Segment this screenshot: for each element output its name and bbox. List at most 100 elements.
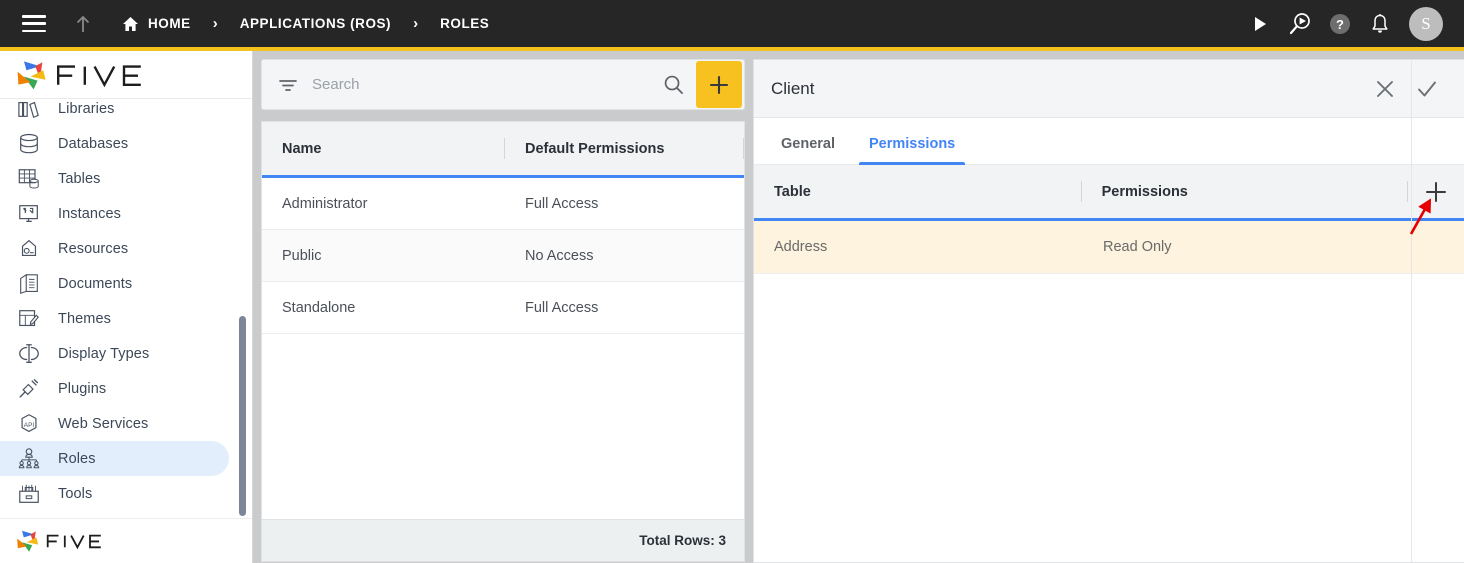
- add-role-button[interactable]: [696, 61, 742, 108]
- table-row[interactable]: Standalone Full Access: [262, 282, 744, 334]
- plus-icon: [709, 75, 729, 94]
- search-input[interactable]: [312, 76, 656, 93]
- sidebar-scrollbar[interactable]: [239, 316, 246, 516]
- breadcrumb-label: APPLICATIONS (ROS): [239, 16, 392, 31]
- tab-general[interactable]: General: [771, 136, 845, 164]
- debug-icon[interactable]: [1280, 4, 1320, 44]
- sidebar-item-label: Roles: [58, 450, 96, 467]
- table-row[interactable]: Public No Access: [262, 230, 744, 282]
- breadcrumb-separator: ›: [413, 15, 419, 32]
- column-header-default-permissions[interactable]: Default Permissions: [505, 122, 744, 175]
- sidebar-logo-bottom: [0, 518, 252, 563]
- sidebar-logo-top[interactable]: [0, 51, 252, 99]
- sidebar-item-label: Display Types: [58, 345, 150, 362]
- sidebar-item-documents[interactable]: Documents: [0, 266, 229, 301]
- cell-name: Administrator: [282, 195, 368, 212]
- five-logo-text: [46, 534, 101, 550]
- sidebar-item-tools[interactable]: Tools: [0, 476, 229, 511]
- detail-panel: Client General Permissions Table Permiss…: [753, 59, 1464, 563]
- sidebar-item-label: Web Services: [58, 415, 149, 432]
- display-types-icon: [14, 340, 44, 368]
- table-row[interactable]: Administrator Full Access: [262, 178, 744, 230]
- roles-grid-header: Name Default Permissions: [262, 122, 744, 178]
- run-icon[interactable]: [1240, 4, 1280, 44]
- notifications-icon[interactable]: [1360, 4, 1400, 44]
- column-divider[interactable]: [743, 138, 744, 159]
- breadcrumb-item-home[interactable]: HOME: [122, 16, 191, 32]
- cell-name: Standalone: [282, 299, 356, 316]
- page-title: Client: [771, 78, 815, 98]
- tools-icon: [14, 480, 44, 508]
- detail-permissions-add-button[interactable]: [1408, 165, 1464, 218]
- close-icon[interactable]: [1364, 68, 1406, 110]
- plus-icon: [1426, 181, 1447, 202]
- sidebar-item-instances[interactable]: Instances: [0, 196, 229, 231]
- column-header-label: Permissions: [1101, 183, 1188, 200]
- detail-header-actions: [1364, 68, 1448, 110]
- row-right-divider: [1411, 60, 1412, 562]
- sidebar-item-label: Resources: [58, 240, 129, 257]
- breadcrumb-separator: ›: [212, 15, 218, 32]
- column-header-label: Name: [282, 140, 322, 157]
- filter-icon[interactable]: [276, 73, 300, 97]
- avatar[interactable]: S: [1409, 6, 1443, 41]
- cell-table: Address: [774, 239, 828, 255]
- cell-permissions: No Access: [525, 247, 594, 264]
- plugins-icon: [14, 375, 44, 403]
- top-bar-actions: ? S: [1240, 4, 1464, 44]
- sidebar-item-label: Themes: [58, 310, 111, 327]
- database-icon: [14, 130, 44, 158]
- column-header-label: Table: [774, 183, 811, 200]
- documents-icon: [14, 270, 44, 298]
- cell-permissions: Full Access: [525, 195, 599, 212]
- table-row[interactable]: Address Read Only: [754, 221, 1464, 274]
- avatar-initial: S: [1421, 13, 1431, 33]
- arrow-up-icon[interactable]: [72, 13, 94, 35]
- sidebar-item-label: Tools: [58, 485, 93, 502]
- permissions-grid-header: Table Permissions: [754, 165, 1464, 221]
- breadcrumb-item-applications[interactable]: APPLICATIONS (ROS): [240, 16, 391, 31]
- sidebar-item-databases[interactable]: Databases: [0, 126, 229, 161]
- five-logo-mark: [17, 530, 39, 552]
- tab-permissions[interactable]: Permissions: [859, 136, 966, 165]
- table-icon: [14, 165, 44, 193]
- resources-icon: [14, 235, 44, 263]
- svg-text:?: ?: [1336, 17, 1344, 32]
- sidebar-item-label: Plugins: [58, 380, 107, 397]
- themes-icon: [14, 305, 44, 333]
- svg-text:API: API: [24, 421, 35, 428]
- top-bar: HOME › APPLICATIONS (ROS) › ROLES ? S: [0, 0, 1464, 47]
- sidebar-item-themes[interactable]: Themes: [0, 301, 229, 336]
- column-header-label: Default Permissions: [525, 140, 665, 157]
- sidebar-item-label: Instances: [58, 205, 121, 222]
- roles-icon: [14, 445, 44, 473]
- sidebar-item-resources[interactable]: Resources: [0, 231, 229, 266]
- sidebar-item-web-services[interactable]: API Web Services: [0, 406, 229, 441]
- sidebar-item-roles[interactable]: Roles: [0, 441, 229, 476]
- roles-list-panel: Name Default Permissions Administrator F…: [261, 59, 745, 563]
- breadcrumb: HOME › APPLICATIONS (ROS) › ROLES: [122, 15, 489, 32]
- cell-name: Public: [282, 247, 322, 264]
- sidebar-item-plugins[interactable]: Plugins: [0, 371, 229, 406]
- sidebar-item-label: Documents: [58, 275, 133, 292]
- breadcrumb-item-roles[interactable]: ROLES: [440, 16, 489, 31]
- sidebar-item-label: Databases: [58, 135, 129, 152]
- web-services-icon: API: [14, 410, 44, 438]
- column-header-name[interactable]: Name: [262, 122, 505, 175]
- check-icon[interactable]: [1406, 68, 1448, 110]
- column-header-table[interactable]: Table: [754, 165, 1082, 218]
- column-divider[interactable]: [1407, 181, 1409, 202]
- roles-grid: Name Default Permissions Administrator F…: [261, 121, 745, 562]
- search-icon[interactable]: [656, 68, 690, 102]
- hamburger-menu-icon[interactable]: [22, 15, 46, 32]
- detail-header: Client: [754, 60, 1464, 118]
- help-icon[interactable]: ?: [1320, 4, 1360, 44]
- breadcrumb-label: ROLES: [440, 16, 490, 31]
- grid-footer: Total Rows: 3: [262, 519, 744, 561]
- sidebar-item-tables[interactable]: Tables: [0, 161, 229, 196]
- sidebar-item-display-types[interactable]: Display Types: [0, 336, 229, 371]
- column-header-permissions[interactable]: Permissions: [1082, 165, 1409, 218]
- cell-permissions: Full Access: [525, 299, 599, 316]
- search-bar: [261, 59, 745, 110]
- five-logo-mark: [17, 60, 46, 89]
